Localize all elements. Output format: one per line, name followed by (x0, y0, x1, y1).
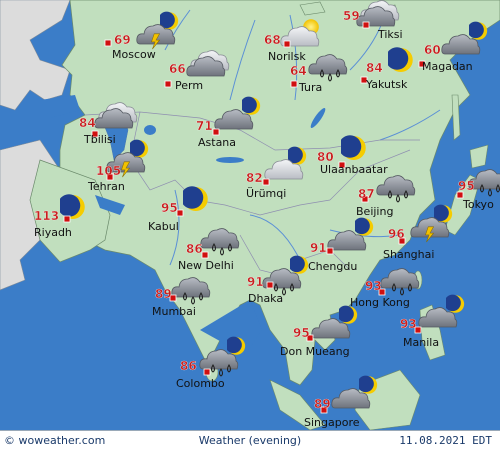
temperature-label: 86 (186, 242, 203, 256)
city-name-label: New Delhi (178, 259, 234, 272)
city-name-label: Tbilisi (83, 133, 116, 146)
city-name-label: Tiksi (377, 28, 403, 41)
temperature-label: 68 (264, 33, 281, 47)
city-name-label: Singapore (304, 416, 360, 429)
map-date: 11.08.2021 EDT (399, 434, 492, 447)
city-name-label: Riyadh (34, 226, 72, 239)
temperature-label: 71 (196, 119, 213, 133)
temperature-label: 95 (161, 201, 178, 215)
city-marker (104, 39, 112, 47)
footer-bar: © woweather.com Weather (evening) 11.08.… (0, 430, 500, 450)
temperature-label: 66 (169, 62, 186, 76)
temperature-label: 59 (343, 9, 360, 23)
city-marker (164, 80, 172, 88)
city-name-label: Manila (403, 336, 439, 349)
temperature-label: 86 (180, 359, 197, 373)
city-name-label: Moscow (112, 48, 156, 61)
temperature-label: 89 (155, 287, 172, 301)
temperature-label: 113 (34, 209, 59, 223)
city-marker (201, 251, 209, 259)
city-name-label: Shanghai (383, 248, 434, 261)
city-name-label: Beijing (356, 205, 393, 218)
city-marker (290, 80, 298, 88)
temperature-label: 64 (290, 64, 307, 78)
city-name-label: Ürümqi (246, 187, 286, 200)
city-name-label: Magadan (422, 60, 473, 73)
temperature-label: 82 (246, 171, 263, 185)
temperature-label: 93 (365, 279, 382, 293)
lake-balkhash (216, 157, 244, 163)
city-marker (262, 178, 270, 186)
temperature-label: 60 (424, 43, 441, 57)
temperature-label: 105 (96, 164, 121, 178)
temperature-label: 91 (310, 241, 327, 255)
temperature-label: 80 (317, 150, 334, 164)
city-marker (266, 281, 274, 289)
city-name-label: Dhaka (248, 292, 283, 305)
city-marker (176, 209, 184, 217)
temperature-label: 96 (388, 227, 405, 241)
weather-map: 69Moscow 68 Norilsk 59 Tiksi 60 Magadan 66 Perm 6… (0, 0, 500, 430)
temperature-label: 89 (314, 397, 331, 411)
city-name-label: Hong Kong (350, 296, 410, 309)
aral-sea (144, 125, 156, 135)
city-name-label: Ulaanbaatar (320, 163, 388, 176)
temperature-label: 95 (458, 179, 475, 193)
city-marker (283, 40, 291, 48)
city-marker (362, 21, 370, 29)
temperature-label: 93 (400, 317, 417, 331)
city-name-label: Colombo (176, 377, 225, 390)
city-name-label: Don Mueang (280, 345, 350, 358)
temperature-label: 84 (79, 116, 96, 130)
city-marker (326, 247, 334, 255)
city-name-label: Perm (175, 79, 203, 92)
temperature-label: 95 (293, 326, 310, 340)
city-marker (212, 128, 220, 136)
temperature-label: 84 (366, 61, 383, 75)
city-name-label: Kabul (148, 220, 179, 233)
city-marker (203, 368, 211, 376)
city-name-label: Tehran (87, 180, 125, 193)
temperature-label: 87 (358, 187, 375, 201)
city-name-label: Norilsk (268, 50, 306, 63)
city-name-label: Mumbai (152, 305, 196, 318)
city-name-label: Astana (198, 136, 236, 149)
city-name-label: Tura (298, 81, 322, 94)
temperature-label: 69 (114, 33, 131, 47)
city-name-label: Chengdu (308, 260, 357, 273)
city-name-label: Tokyo (462, 198, 494, 211)
city-name-label: Yakutsk (365, 78, 408, 91)
city-marker (63, 215, 71, 223)
temperature-label: 91 (247, 275, 264, 289)
